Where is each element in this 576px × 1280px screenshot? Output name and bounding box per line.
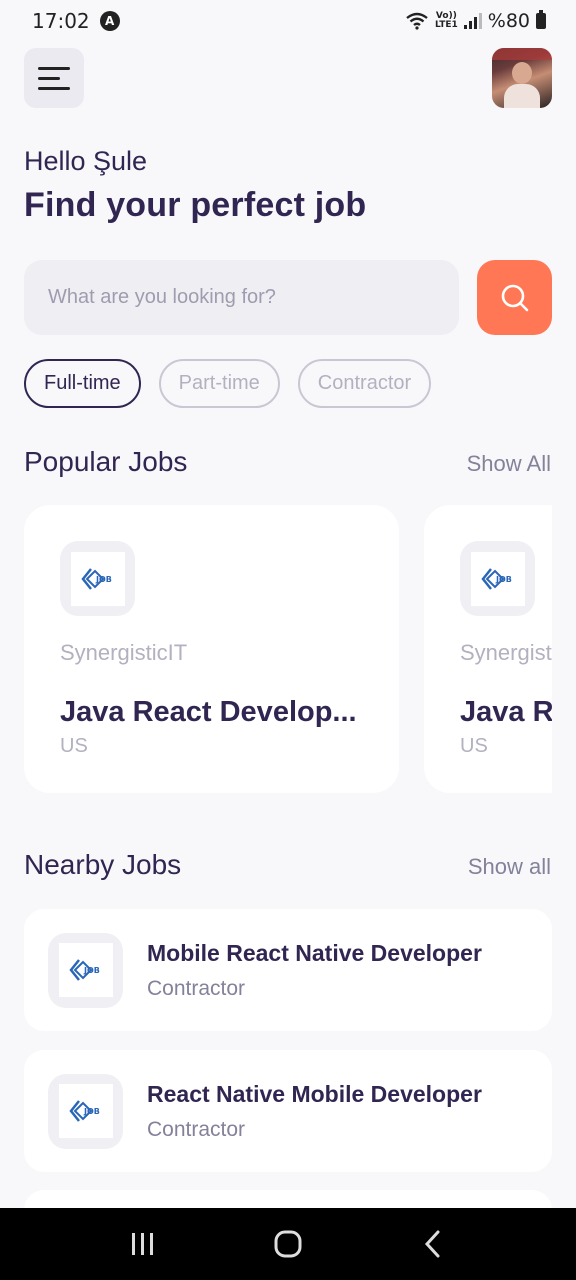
job-type-tabs: Full-time Part-time Contractor <box>24 359 432 408</box>
notification-app-icon: A <box>99 11 120 31</box>
job-logo-icon: JOB <box>68 1100 100 1122</box>
job-logo-icon: JOB <box>480 567 512 590</box>
nearby-jobs-title: Nearby Jobs <box>24 849 182 880</box>
company-logo: JOB <box>60 541 135 616</box>
job-title: Java React Develop... <box>60 696 357 728</box>
tab-contractor[interactable]: Contractor <box>297 359 432 408</box>
search-input[interactable] <box>48 286 459 309</box>
status-left: 17:02 A <box>32 9 120 33</box>
job-location: US <box>460 735 488 757</box>
svg-text:JOB: JOB <box>495 575 512 584</box>
svg-text:JOB: JOB <box>83 966 100 975</box>
job-title: Java React Developer <box>460 696 552 728</box>
recent-apps-icon <box>131 1233 153 1255</box>
company-logo: JOB <box>48 932 123 1008</box>
battery-percent: %80 <box>487 10 530 32</box>
signal-icon <box>463 13 482 29</box>
popular-job-card[interactable]: JOB SynergisticIT Java React Develop... … <box>24 505 399 793</box>
menu-line <box>38 86 70 90</box>
nearby-job-text: React Native Mobile Developer Contractor <box>147 1081 482 1142</box>
tab-full-time[interactable]: Full-time <box>24 359 141 408</box>
job-title: Mobile React Native Developer <box>147 939 482 966</box>
company-logo: JOB <box>460 541 535 616</box>
search-container <box>24 260 459 335</box>
system-navigation-bar <box>0 1208 576 1280</box>
volte-indicator: Vo)) LTE1 <box>435 12 458 30</box>
popular-jobs-carousel[interactable]: JOB SynergisticIT Java React Develop... … <box>24 505 552 793</box>
menu-line <box>38 66 70 70</box>
status-bar: 17:02 A Vo)) LTE1 %80 <box>0 0 576 42</box>
svg-text:JOB: JOB <box>95 575 112 584</box>
job-type: Contractor <box>147 1117 246 1141</box>
back-chevron-icon <box>425 1230 440 1258</box>
menu-button[interactable] <box>24 48 84 108</box>
search-button[interactable] <box>477 260 552 335</box>
company-name: SynergisticIT <box>460 640 552 665</box>
job-location: US <box>60 735 88 757</box>
volte-line-2: LTE1 <box>434 20 458 30</box>
job-logo-icon: JOB <box>68 959 100 981</box>
search-icon <box>501 284 528 311</box>
greeting-text: Hello Şule <box>24 146 148 176</box>
status-right: Vo)) LTE1 %80 <box>405 10 546 32</box>
popular-show-all-link[interactable]: Show All <box>467 451 551 477</box>
job-title: React Native Mobile Developer <box>147 1080 482 1107</box>
company-name: SynergisticIT <box>60 640 188 665</box>
wifi-icon <box>406 12 428 30</box>
popular-jobs-title: Popular Jobs <box>24 446 188 477</box>
nearby-job-card[interactable]: JOB React Native Mobile Developer Contra… <box>24 1050 552 1172</box>
job-logo-icon: JOB <box>80 567 112 590</box>
profile-avatar[interactable] <box>492 48 552 108</box>
page-headline: Find your perfect job <box>24 186 367 224</box>
popular-job-card[interactable]: JOB SynergisticIT Java React Developer U… <box>424 505 552 793</box>
tab-part-time[interactable]: Part-time <box>158 359 280 408</box>
battery-icon <box>536 10 546 29</box>
back-button[interactable] <box>403 1214 463 1274</box>
nearby-job-card[interactable]: JOB Mobile React Native Developer Contra… <box>24 909 552 1031</box>
home-button[interactable] <box>258 1214 318 1274</box>
menu-line <box>38 76 60 80</box>
nearby-job-text: Mobile React Native Developer Contractor <box>147 940 482 1001</box>
home-icon <box>274 1230 302 1258</box>
svg-text:JOB: JOB <box>83 1107 100 1116</box>
status-time: 17:02 <box>32 9 90 33</box>
nearby-show-all-link[interactable]: Show all <box>468 854 551 880</box>
company-logo: JOB <box>48 1073 123 1149</box>
job-type: Contractor <box>147 976 246 1000</box>
recent-apps-button[interactable] <box>113 1214 173 1274</box>
